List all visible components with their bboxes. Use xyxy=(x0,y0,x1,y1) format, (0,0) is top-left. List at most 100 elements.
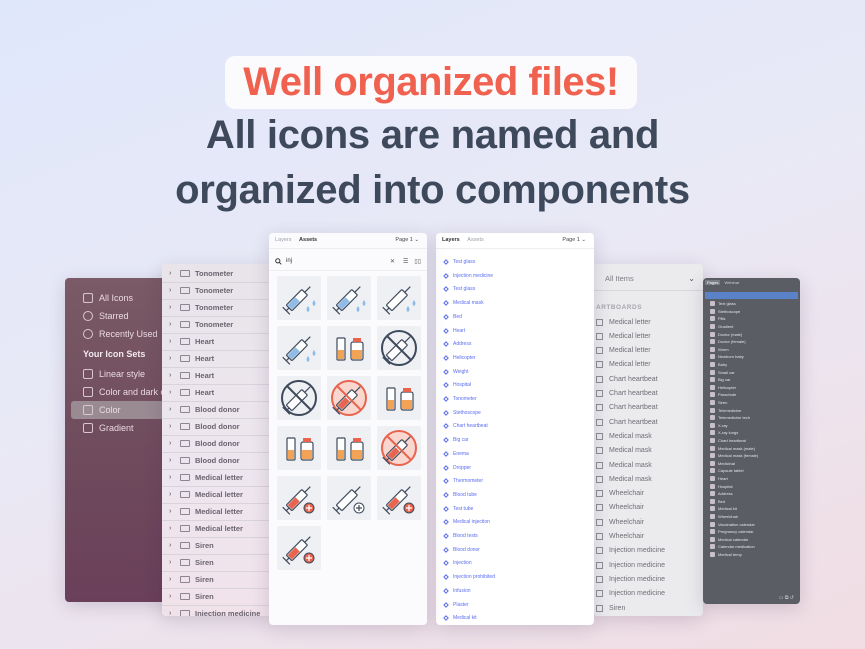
layer-row[interactable]: Medical kit xyxy=(703,505,800,513)
tab-pages[interactable]: Pages xyxy=(705,280,721,285)
syringe-icon-tile[interactable] xyxy=(277,326,321,370)
chevron-right-icon[interactable]: › xyxy=(169,287,177,294)
layer-group-row[interactable]: › Heart xyxy=(162,333,272,351)
layer-row[interactable]: Heart xyxy=(443,326,465,336)
layer-row[interactable]: Injection medicine xyxy=(443,271,493,281)
layer-row[interactable]: Calendar medication xyxy=(703,543,800,551)
layer-row[interactable]: Bed xyxy=(703,498,800,506)
layer-row[interactable]: Address xyxy=(703,490,800,498)
tab-assets[interactable]: Assets xyxy=(467,237,484,243)
artboard-row[interactable]: Medical mask xyxy=(593,458,703,472)
artboard-row[interactable]: Medical letter xyxy=(593,358,703,372)
layer-group-row[interactable]: › Tonometer xyxy=(162,316,272,334)
layer-row[interactable]: Enema xyxy=(443,449,469,459)
chevron-right-icon[interactable]: › xyxy=(169,372,177,379)
layer-group-row[interactable]: › Medical letter xyxy=(162,469,272,487)
layer-row[interactable]: Parachute xyxy=(703,391,800,399)
layer-row[interactable]: Medical mask (female) xyxy=(703,452,800,460)
clear-icon[interactable]: ✕ xyxy=(390,258,395,265)
syringe-icon-tile[interactable] xyxy=(327,476,371,520)
chevron-right-icon[interactable]: › xyxy=(169,321,177,328)
artboard-row[interactable]: Siren xyxy=(593,601,703,615)
layer-row[interactable]: Big car xyxy=(443,435,469,445)
list-view-icon[interactable]: ☰ xyxy=(403,258,408,265)
tab-assets[interactable]: Assets xyxy=(299,237,317,243)
artboard-row[interactable]: Chart heartbeat xyxy=(593,415,703,429)
layer-row[interactable]: Chart heartbeat xyxy=(703,437,800,445)
layer-row[interactable]: Tonometer xyxy=(443,394,477,404)
syringe-icon-tile[interactable] xyxy=(377,326,421,370)
layer-row[interactable]: Vaccination calendar xyxy=(703,520,800,528)
artboard-row[interactable]: Wheelchair xyxy=(593,487,703,501)
layer-row[interactable]: Hospital xyxy=(443,380,471,390)
layer-row[interactable]: Siren xyxy=(703,399,800,407)
layer-row[interactable]: Medicinal xyxy=(703,460,800,468)
layer-row[interactable]: Heart xyxy=(703,475,800,483)
chevron-right-icon[interactable]: › xyxy=(169,389,177,396)
book-icon[interactable]: ▯▯ xyxy=(414,258,421,265)
layer-row[interactable]: Medical temp xyxy=(703,551,800,559)
layer-row[interactable]: Medical mask (male) xyxy=(703,444,800,452)
chevron-right-icon[interactable]: › xyxy=(169,610,177,616)
layer-group-row[interactable]: › Blood donor xyxy=(162,418,272,436)
layer-group-row[interactable]: › Siren xyxy=(162,554,272,572)
syringe-icon-tile[interactable] xyxy=(377,276,421,320)
chevron-right-icon[interactable]: › xyxy=(169,457,177,464)
layer-row[interactable]: X-ray lungs xyxy=(703,429,800,437)
syringe-icon-tile[interactable] xyxy=(327,276,371,320)
syringe-icon-tile[interactable] xyxy=(327,326,371,370)
chevron-right-icon[interactable]: › xyxy=(169,593,177,600)
syringe-icon-tile[interactable] xyxy=(277,376,321,420)
layer-row[interactable]: Doctor (female) xyxy=(703,338,800,346)
layer-row[interactable]: Medical mask xyxy=(443,298,484,308)
layer-group-row[interactable]: › Siren xyxy=(162,537,272,555)
layer-group-row[interactable]: › Heart xyxy=(162,350,272,368)
syringe-icon-tile[interactable] xyxy=(277,526,321,570)
tab-layers[interactable]: Layers xyxy=(442,237,460,243)
search-input[interactable]: inj xyxy=(286,258,292,264)
layer-group-row[interactable]: › Tonometer xyxy=(162,265,272,283)
layer-row[interactable]: Test glass xyxy=(443,257,475,267)
layer-row[interactable]: Text glass xyxy=(703,300,800,308)
chevron-right-icon[interactable]: › xyxy=(169,270,177,277)
sidebar-item-all-icons[interactable]: All Icons xyxy=(83,289,133,307)
artboard-row[interactable]: Injection medicine xyxy=(593,572,703,586)
page-selector[interactable]: Page 1 ⌄ xyxy=(562,237,586,243)
layer-row[interactable]: Medical injection xyxy=(443,517,490,527)
layer-row[interactable]: Thermometer xyxy=(443,476,483,486)
layer-row[interactable]: Doctor (male) xyxy=(703,330,800,338)
layer-group-row[interactable]: › Tonometer xyxy=(162,299,272,317)
layer-row[interactable]: X-ray xyxy=(703,422,800,430)
layer-row[interactable]: Injection prohibited xyxy=(443,572,495,582)
artboard-row[interactable]: Medical letter xyxy=(593,315,703,329)
layer-row[interactable]: Baby xyxy=(703,361,800,369)
syringe-icon-tile[interactable] xyxy=(377,426,421,470)
syringe-icon-tile[interactable] xyxy=(277,476,321,520)
toolbar-icons[interactable]: ▭ ⧉ ↺ xyxy=(779,595,794,601)
chevron-right-icon[interactable]: › xyxy=(169,576,177,583)
layer-row[interactable]: Plaster xyxy=(443,600,469,610)
layer-row[interactable]: Test tube xyxy=(443,504,473,514)
layer-row[interactable]: Stethoscope xyxy=(443,408,481,418)
sidebar-set-linear[interactable]: Linear style xyxy=(83,365,145,383)
layer-group-row[interactable]: › Blood donor xyxy=(162,435,272,453)
syringe-icon-tile[interactable] xyxy=(277,276,321,320)
layer-row[interactable]: Test glass xyxy=(443,284,475,294)
chevron-right-icon[interactable]: › xyxy=(169,406,177,413)
layer-row[interactable]: Blood tube xyxy=(443,490,477,500)
chevron-right-icon[interactable]: › xyxy=(169,559,177,566)
layer-row[interactable]: Bed xyxy=(443,312,462,322)
page-selector[interactable]: Page 1 ⌄ xyxy=(395,237,419,243)
tab-webinar[interactable]: Webinar xyxy=(724,280,739,285)
layer-row[interactable]: Blood donor xyxy=(443,545,480,555)
chevron-right-icon[interactable]: › xyxy=(169,474,177,481)
sidebar-set-color-dark[interactable]: Color and dark o xyxy=(83,383,166,401)
sidebar-item-recently-used[interactable]: Recently Used xyxy=(83,325,158,343)
tab-layers[interactable]: Layers xyxy=(275,237,292,243)
layer-group-row[interactable]: › Siren xyxy=(162,588,272,606)
artboard-row[interactable]: Injection medicine xyxy=(593,587,703,601)
syringe-icon-tile[interactable] xyxy=(327,376,371,420)
layer-row[interactable]: Weight xyxy=(443,367,468,377)
layer-row[interactable]: Helicopter xyxy=(443,353,476,363)
layer-row[interactable]: Stethoscope xyxy=(703,308,800,316)
